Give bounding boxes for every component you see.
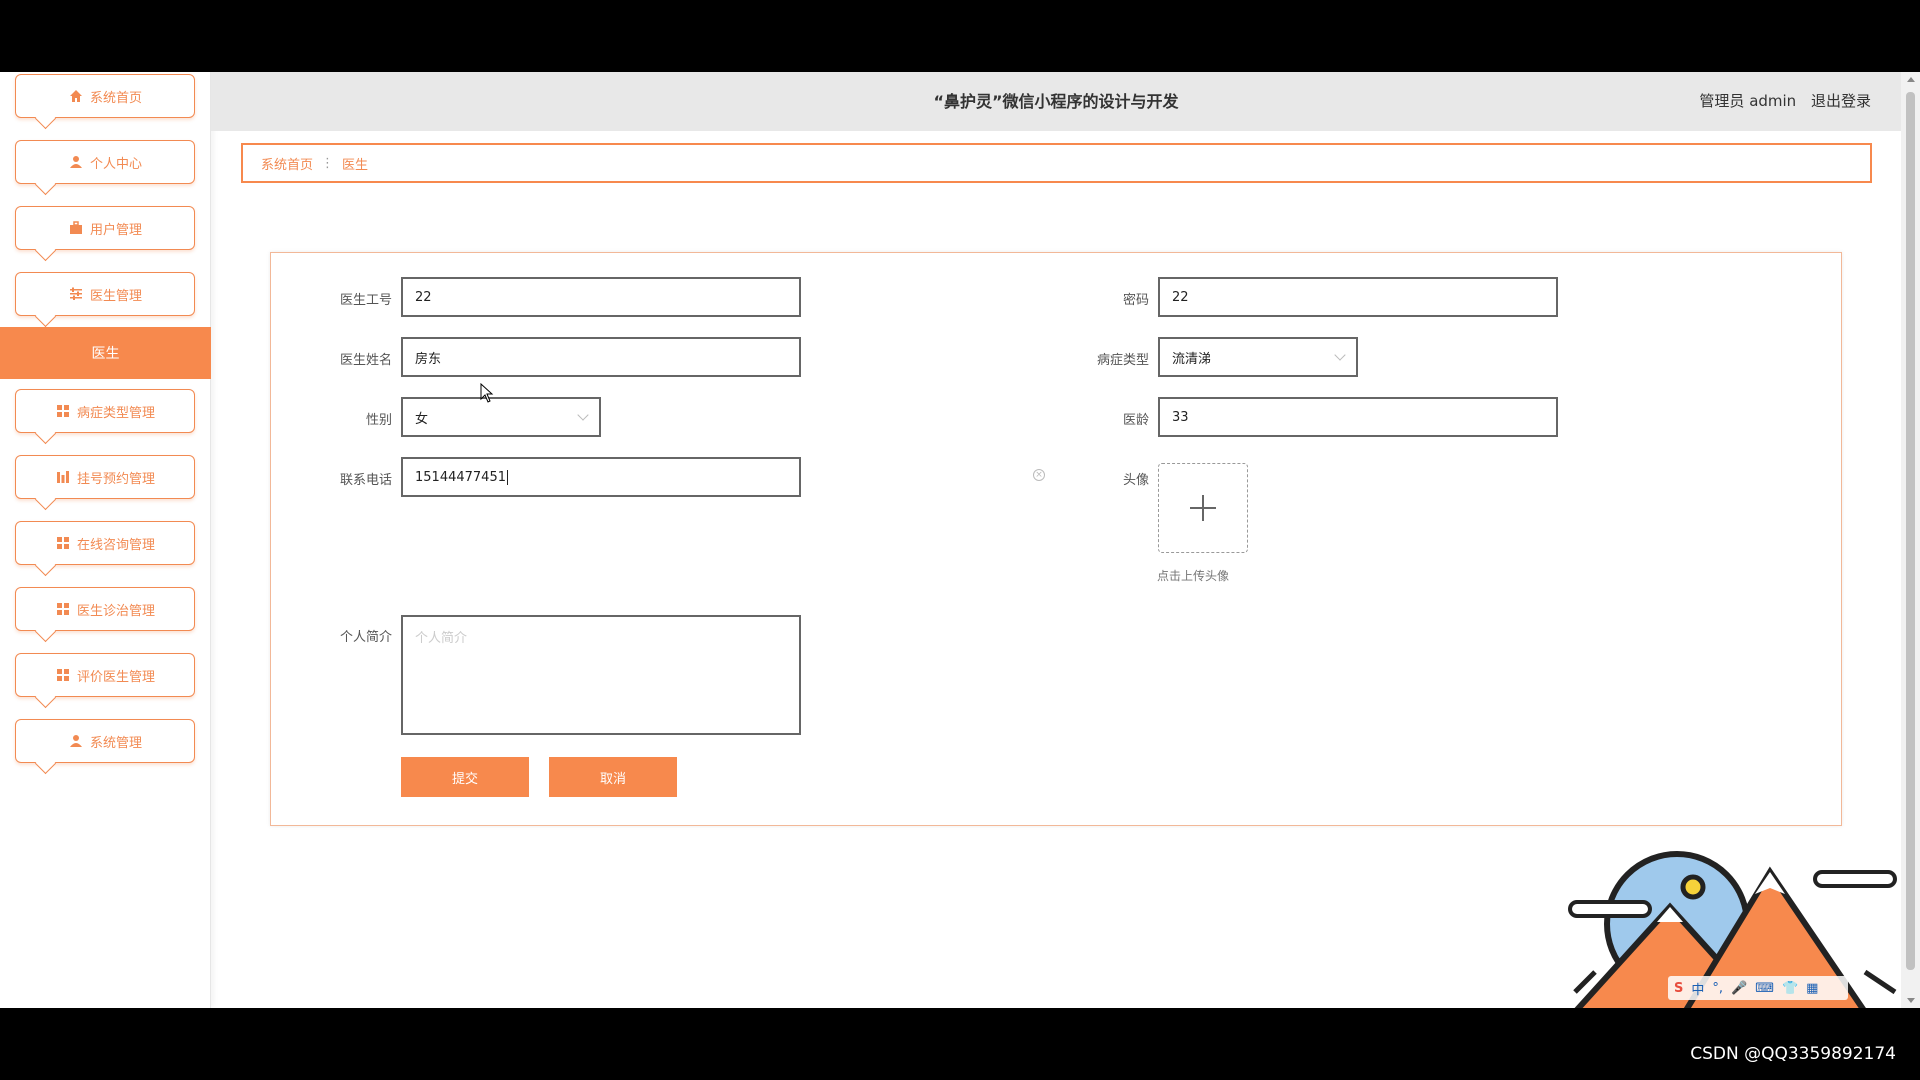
bar-chart-icon [55, 469, 71, 485]
phone-value: 15144477451 [415, 469, 506, 485]
sidebar-item-home[interactable]: 系统首页 [15, 74, 195, 118]
watermark: CSDN @QQ3359892174 [1690, 1044, 1896, 1064]
bio-placeholder: 个人简介 [415, 631, 468, 646]
sidebar-subitem-label: 医生 [91, 346, 120, 362]
logout-link[interactable]: 退出登录 [1811, 92, 1871, 110]
user-icon [68, 154, 84, 170]
disease-type-select[interactable]: 流清涕 [1158, 337, 1358, 377]
sidebar-item-label: 系统管理 [89, 735, 142, 751]
page-scrollbar[interactable] [1901, 72, 1920, 1008]
grid-icon [55, 601, 71, 617]
sidebar-item-label: 系统首页 [89, 90, 142, 106]
sidebar-item-label: 个人中心 [89, 156, 142, 172]
password-value: 22 [1172, 289, 1189, 305]
grid-icon [55, 535, 71, 551]
sidebar-item-label: 医生管理 [89, 288, 142, 304]
gender-label: 性别 [365, 413, 392, 428]
chevron-down-icon [1334, 349, 1346, 361]
sidebar-item-label: 医生诊治管理 [76, 603, 155, 619]
app-screen: 系统首页 个人中心 用户管理 医生管理 医生 病症类型管理 挂号预约管理 在线咨… [0, 72, 1920, 1008]
header-user-area: 管理员 admin 退出登录 [1689, 72, 1871, 131]
doctor-id-input[interactable]: 22 [401, 277, 801, 317]
sliders-icon [68, 286, 84, 302]
doctor-name-input[interactable]: 房东 [401, 337, 801, 377]
sidebar-item-label: 在线咨询管理 [76, 537, 155, 553]
avatar-upload-hint: 点击上传头像 [1157, 569, 1230, 583]
chevron-down-icon [577, 409, 589, 421]
bio-textarea[interactable]: 个人简介 [401, 615, 801, 735]
sidebar-item-label: 评价医生管理 [76, 669, 155, 685]
submit-button[interactable]: 提交 [401, 757, 529, 797]
grid-icon [55, 403, 71, 419]
sidebar-item-doctors[interactable]: 医生管理 [15, 272, 195, 316]
sidebar: 系统首页 个人中心 用户管理 医生管理 医生 病症类型管理 挂号预约管理 在线咨… [0, 72, 211, 1008]
breadcrumb-home[interactable]: 系统首页 [261, 154, 313, 173]
gender-value: 女 [415, 411, 429, 427]
scroll-down-icon[interactable] [1907, 998, 1915, 1003]
sidebar-item-label: 用户管理 [89, 222, 142, 238]
sidebar-item-consultations[interactable]: 在线咨询管理 [15, 521, 195, 565]
password-input[interactable]: 22 [1158, 277, 1558, 317]
sidebar-item-profile[interactable]: 个人中心 [15, 140, 195, 184]
clear-icon[interactable]: × [1033, 469, 1045, 481]
toolbox-icon[interactable]: ▦ [1806, 981, 1818, 996]
password-label: 密码 [1122, 293, 1149, 308]
sidebar-item-reviews[interactable]: 评价医生管理 [15, 653, 195, 697]
years-value: 33 [1172, 409, 1189, 425]
microphone-icon[interactable]: 🎤 [1731, 981, 1747, 996]
ime-mode[interactable]: 中 [1691, 979, 1704, 998]
cancel-button[interactable]: 取消 [549, 757, 677, 797]
mouse-cursor-icon [480, 383, 494, 403]
gender-select[interactable]: 女 [401, 397, 601, 437]
user-icon [68, 733, 84, 749]
avatar-upload[interactable] [1158, 463, 1248, 553]
disease-type-label: 病症类型 [1096, 353, 1149, 368]
sidebar-item-appointments[interactable]: 挂号预约管理 [15, 455, 195, 499]
sidebar-item-label: 病症类型管理 [76, 405, 155, 421]
app-title: “鼻护灵”微信小程序的设计与开发 [933, 92, 1179, 111]
breadcrumb: 系统首页 ⋮ 医生 [241, 143, 1872, 183]
disease-type-value: 流清涕 [1172, 351, 1212, 367]
ime-toolbar[interactable]: S 中 °, 🎤 ⌨ 👕 ▦ [1668, 976, 1848, 1000]
breadcrumb-current: 医生 [342, 157, 369, 173]
skin-icon[interactable]: 👕 [1782, 981, 1798, 996]
sogou-logo: S [1674, 980, 1684, 996]
doctor-id-value: 22 [415, 289, 432, 305]
punctuation-icon[interactable]: °, [1712, 981, 1723, 996]
text-cursor [506, 469, 508, 485]
breadcrumb-separator-icon: ⋮ [321, 155, 335, 171]
avatar-label: 头像 [1122, 473, 1149, 488]
sidebar-subitem-doctor[interactable]: 医生 [0, 327, 211, 379]
scrollbar-thumb[interactable] [1906, 92, 1915, 970]
phone-input[interactable]: 15144477451 [401, 457, 801, 497]
years-label: 医龄 [1122, 413, 1149, 428]
years-input[interactable]: 33 [1158, 397, 1558, 437]
doctor-name-value: 房东 [415, 351, 442, 367]
grid-icon [55, 667, 71, 683]
user-label: 管理员 admin [1699, 92, 1797, 110]
bio-label: 个人简介 [339, 630, 392, 645]
doctor-form-panel: 医生工号 22 医生姓名 房东 性别 女 联系电话 15144477451 × … [270, 252, 1842, 826]
top-header: “鼻护灵”微信小程序的设计与开发 管理员 admin 退出登录 [211, 72, 1901, 131]
briefcase-icon [68, 220, 84, 236]
sidebar-item-users[interactable]: 用户管理 [15, 206, 195, 250]
sidebar-item-disease-types[interactable]: 病症类型管理 [15, 389, 195, 433]
home-icon [68, 88, 84, 104]
sidebar-item-label: 挂号预约管理 [76, 471, 155, 487]
doctor-name-label: 医生姓名 [339, 353, 392, 368]
plus-icon [1190, 495, 1216, 521]
keyboard-icon[interactable]: ⌨ [1755, 981, 1774, 996]
doctor-id-label: 医生工号 [339, 293, 392, 308]
sidebar-item-diagnoses[interactable]: 医生诊治管理 [15, 587, 195, 631]
sidebar-item-system[interactable]: 系统管理 [15, 719, 195, 763]
phone-label: 联系电话 [339, 473, 392, 488]
scroll-up-icon[interactable] [1907, 77, 1915, 82]
